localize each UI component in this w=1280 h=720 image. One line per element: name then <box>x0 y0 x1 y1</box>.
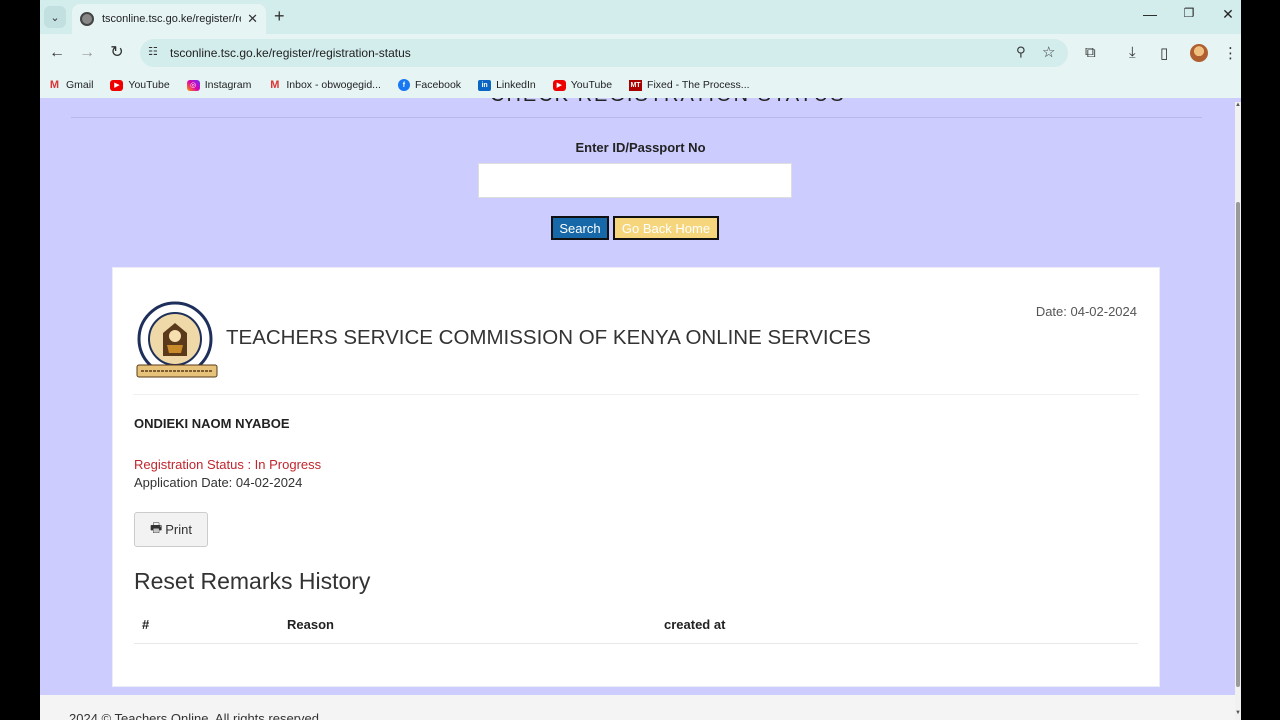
downloads-icon[interactable]: ⤓ <box>1129 44 1136 61</box>
table-header-number: # <box>142 617 150 632</box>
organization-name: TEACHERS SERVICE COMMISSION OF KENYA ONL… <box>226 326 871 349</box>
site-settings-icon[interactable]: ☷ <box>148 45 158 58</box>
bookmark-label: Instagram <box>204 79 252 91</box>
address-bar[interactable]: ☷ tsconline.tsc.go.ke/register/registrat… <box>140 39 1068 67</box>
table-divider <box>134 643 1138 644</box>
minimize-icon[interactable]: — <box>1135 6 1165 22</box>
id-passport-input[interactable] <box>478 163 792 198</box>
bookmark-star-icon[interactable]: ☆ <box>1042 43 1055 61</box>
menu-kebab-icon[interactable]: ⋮ <box>1223 44 1238 62</box>
bookmark-inbox[interactable]: M Inbox - obwogegid... <box>268 79 381 91</box>
tab-strip: ⌄ tsconline.tsc.go.ke/register/regi ✕ + … <box>40 0 1241 34</box>
bookmark-label: YouTube <box>570 79 613 91</box>
bookmark-label: YouTube <box>128 79 170 91</box>
search-button[interactable]: Search <box>551 216 609 240</box>
scrollbar-thumb[interactable] <box>1236 202 1240 687</box>
side-panel-icon[interactable]: ▯ <box>1160 44 1168 62</box>
tab-active[interactable]: tsconline.tsc.go.ke/register/regi ✕ <box>72 4 266 34</box>
table-header-created-at: created at <box>664 617 726 632</box>
status-card: Date: 04-02-2024 TEACHERS SERVICE COMMIS… <box>112 267 1160 687</box>
reset-remarks-heading: Reset Remarks History <box>134 568 371 594</box>
gmail-icon: M <box>49 79 60 91</box>
browser-window: ⌄ tsconline.tsc.go.ke/register/regi ✕ + … <box>40 0 1241 720</box>
tab-title: tsconline.tsc.go.ke/register/regi <box>102 13 242 25</box>
bookmark-facebook[interactable]: f Facebook <box>397 79 462 91</box>
back-icon[interactable]: ← <box>47 43 67 63</box>
restore-icon[interactable]: ❐ <box>1174 6 1204 20</box>
bookmark-linkedin[interactable]: in LinkedIn <box>478 79 536 91</box>
browser-toolbar: ← → ↻ ☷ tsconline.tsc.go.ke/register/reg… <box>40 34 1241 72</box>
page-content: CHECK REGISTRATION STATUS Enter ID/Passp… <box>40 98 1241 720</box>
bookmark-label: LinkedIn <box>496 79 536 91</box>
tsc-logo <box>136 301 218 378</box>
gmail-icon: M <box>270 79 280 91</box>
youtube-icon: ▶ <box>110 79 124 91</box>
application-date: Application Date: 04-02-2024 <box>134 475 303 490</box>
close-window-icon[interactable]: ✕ <box>1213 6 1241 23</box>
bookmark-youtube[interactable]: ▶ YouTube <box>110 79 170 91</box>
print-label: Print <box>165 522 192 537</box>
bookmark-label: Fixed - The Process... <box>647 79 750 91</box>
youtube-icon: ▶ <box>552 79 566 91</box>
printer-icon: 🖶 <box>149 519 163 535</box>
print-button[interactable]: 🖶 Print <box>134 512 208 547</box>
scroll-up-icon[interactable]: ▲ <box>1235 102 1241 108</box>
applicant-name: ONDIEKI NAOM NYABOE <box>134 416 290 431</box>
divider <box>71 117 1202 118</box>
footer: 2024 © Teachers Online. All rights reser… <box>40 695 1241 720</box>
facebook-icon: f <box>397 79 410 91</box>
bookmark-label: Facebook <box>414 79 462 91</box>
bookmark-youtube-2[interactable]: ▶ YouTube <box>552 79 613 91</box>
scroll-down-icon[interactable]: ▼ <box>1235 710 1241 716</box>
footer-text: 2024 © Teachers Online. All rights reser… <box>69 711 323 720</box>
go-back-home-button[interactable]: Go Back Home <box>613 216 719 240</box>
bookmark-gmail[interactable]: M Gmail <box>48 79 94 91</box>
table-header-reason: Reason <box>287 617 334 632</box>
bookmark-label: Gmail <box>66 79 94 91</box>
divider <box>133 394 1139 395</box>
page-title: CHECK REGISTRATION STATUS <box>490 98 846 107</box>
linkedin-icon: in <box>478 79 492 91</box>
card-date: Date: 04-02-2024 <box>1035 304 1137 319</box>
tab-close-icon[interactable]: ✕ <box>247 11 258 27</box>
registration-status: Registration Status : In Progress <box>134 457 322 472</box>
mt-icon: MT <box>629 79 643 91</box>
bookmark-fixed[interactable]: MT Fixed - The Process... <box>629 79 750 91</box>
zoom-icon[interactable]: ⚲ <box>1016 44 1026 60</box>
new-tab-icon[interactable]: + <box>274 7 285 25</box>
profile-avatar[interactable] <box>1190 44 1208 62</box>
forward-icon[interactable]: → <box>77 43 97 63</box>
reload-icon[interactable]: ↻ <box>107 43 127 63</box>
tab-search-button[interactable]: ⌄ <box>44 6 66 28</box>
id-passport-label: Enter ID/Passport No <box>575 140 706 155</box>
bookmarks-bar: M Gmail ▶ YouTube ◎ Instagram M Inbox - obwo… <box>40 72 1241 98</box>
url-text[interactable]: tsconline.tsc.go.ke/register/registratio… <box>170 46 411 60</box>
extensions-icon[interactable]: ⧉ <box>1085 44 1096 61</box>
bookmark-instagram[interactable]: ◎ Instagram <box>186 79 252 91</box>
instagram-icon: ◎ <box>186 79 200 91</box>
bookmark-label: Inbox - obwogegid... <box>286 79 381 91</box>
site-favicon-icon <box>80 12 94 26</box>
